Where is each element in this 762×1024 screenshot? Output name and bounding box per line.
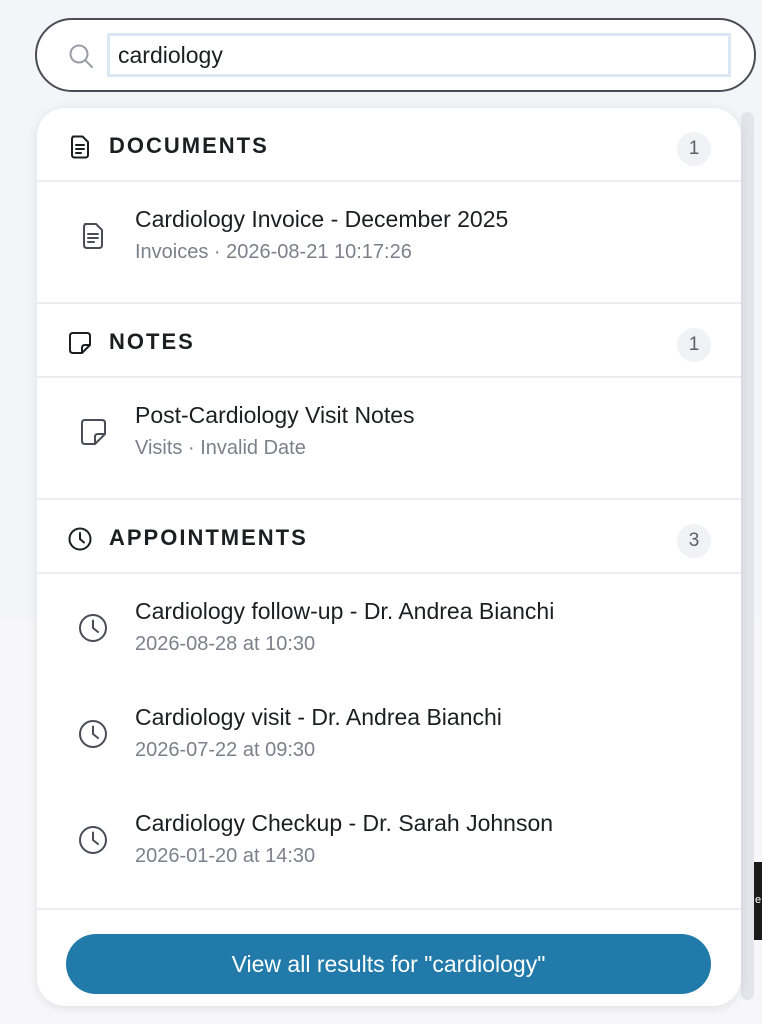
document-icon	[77, 220, 109, 252]
note-icon	[67, 330, 93, 356]
scrollbar-thumb[interactable]	[741, 112, 754, 1000]
result-subtitle: Visits · Invalid Date	[135, 437, 306, 459]
section-title: NOTES	[109, 329, 195, 354]
result-subtitle: 2026-08-28 at 10:30	[135, 633, 316, 655]
section-header-appointments: APPOINTMENTS 3	[37, 500, 741, 574]
section-header-documents: DOCUMENTS 1	[37, 108, 741, 182]
result-item-document[interactable]: Cardiology Invoice - December 2025 Invoi…	[37, 182, 741, 288]
clock-icon	[77, 718, 109, 750]
result-title: Post-Cardiology Visit Notes	[135, 402, 415, 428]
clock-icon	[77, 824, 109, 856]
search-results-dropdown: DOCUMENTS 1 Cardiology Invoice - Decembe…	[37, 108, 741, 1006]
count-badge: 1	[677, 328, 711, 362]
view-all-results-button[interactable]: View all results for "cardiology"	[66, 934, 711, 994]
section-title: APPOINTMENTS	[109, 525, 308, 550]
footer-divider	[37, 908, 741, 910]
search-input[interactable]	[107, 33, 731, 77]
side-tab[interactable]: e	[754, 862, 762, 940]
result-subtitle: 2026-07-22 at 09:30	[135, 739, 316, 761]
result-title: Cardiology Checkup - Dr. Sarah Johnson	[135, 810, 554, 836]
count-badge: 3	[677, 524, 711, 558]
result-title: Cardiology visit - Dr. Andrea Bianchi	[135, 704, 502, 730]
result-item-appointment[interactable]: Cardiology Checkup - Dr. Sarah Johnson 2…	[37, 786, 741, 892]
result-title: Cardiology follow-up - Dr. Andrea Bianch…	[135, 598, 555, 624]
result-subtitle: Invoices · 2026-08-21 10:17:26	[135, 241, 412, 263]
result-item-appointment[interactable]: Cardiology visit - Dr. Andrea Bianchi 20…	[37, 680, 741, 786]
result-title: Cardiology Invoice - December 2025	[135, 206, 509, 232]
search-icon	[67, 42, 95, 70]
count-badge: 1	[677, 132, 711, 166]
result-item-appointment[interactable]: Cardiology follow-up - Dr. Andrea Bianch…	[37, 574, 741, 680]
result-subtitle: 2026-01-20 at 14:30	[135, 845, 316, 867]
section-header-notes: NOTES 1	[37, 304, 741, 378]
clock-icon	[67, 526, 93, 552]
section-title: DOCUMENTS	[109, 133, 269, 158]
result-item-note[interactable]: Post-Cardiology Visit Notes Visits · Inv…	[37, 378, 741, 484]
note-icon	[77, 416, 109, 448]
clock-icon	[77, 612, 109, 644]
search-bar[interactable]	[35, 18, 756, 92]
document-icon	[67, 134, 93, 160]
